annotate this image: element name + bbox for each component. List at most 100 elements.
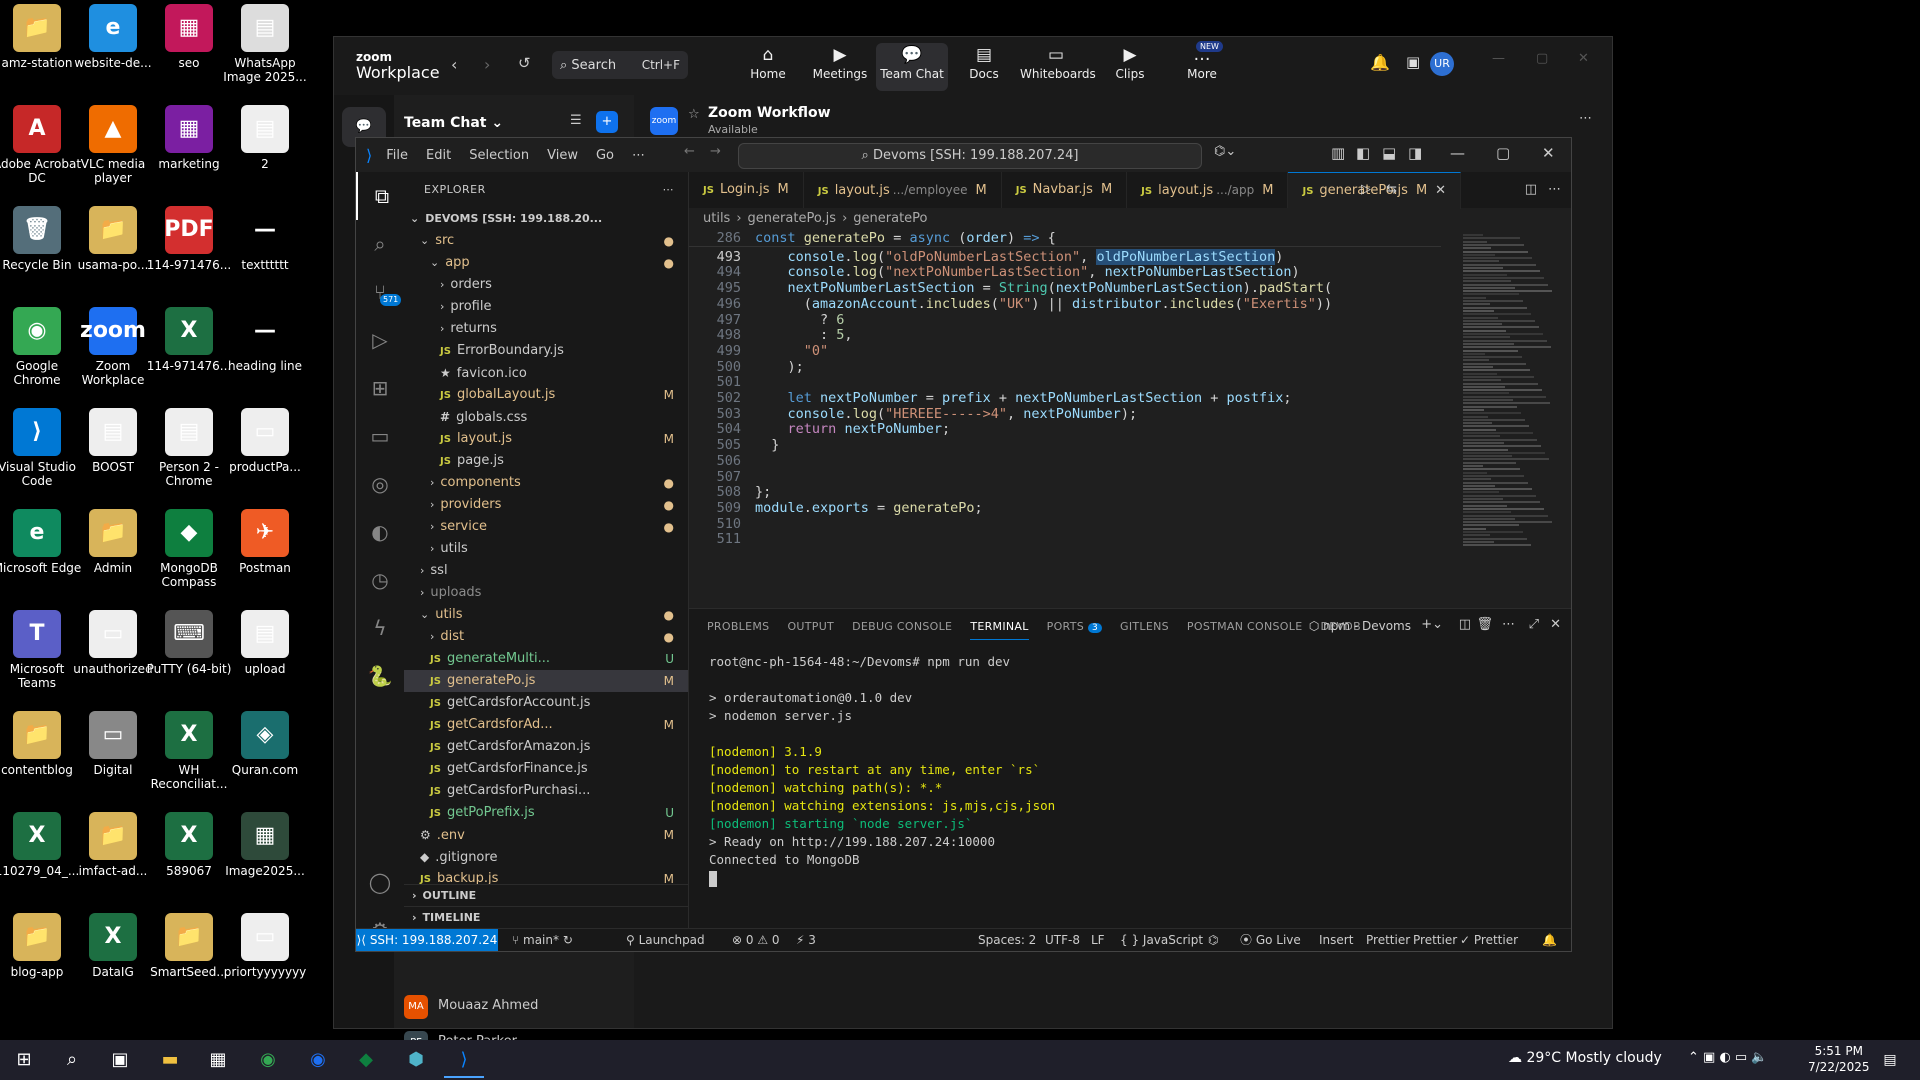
- chrome-icon[interactable]: ◉: [248, 1044, 288, 1076]
- code-line[interactable]: (amazonAccount.includes("UK") || distrib…: [755, 296, 1332, 312]
- panel-tab-debug-console[interactable]: DEBUG CONSOLE: [852, 620, 952, 633]
- add-terminal-icon[interactable]: +⌄: [1421, 617, 1443, 632]
- prettier-status-3[interactable]: ✓ Prettier: [1460, 929, 1518, 951]
- tree-file[interactable]: JS generatePo.js M: [404, 670, 688, 692]
- tree-folder[interactable]: › service ●: [404, 516, 688, 538]
- breadcrumb-item[interactable]: utils: [703, 211, 730, 226]
- close-tab-icon[interactable]: ✕: [1435, 183, 1446, 198]
- run-icon[interactable]: ▷: [1361, 182, 1371, 197]
- search-icon[interactable]: ⌕: [356, 220, 404, 268]
- tree-folder[interactable]: › ssl: [404, 560, 688, 582]
- tree-file[interactable]: # globals.css: [404, 406, 688, 428]
- desktop-icon[interactable]: ✈ Postman: [220, 509, 310, 575]
- zoom-nav-home[interactable]: ⌂ Home: [732, 43, 804, 91]
- desktop-icon[interactable]: ◈ Quran.com: [220, 711, 310, 777]
- panel-tab-ports[interactable]: PORTS 3: [1047, 620, 1103, 633]
- file-explorer-icon[interactable]: ▬: [150, 1044, 190, 1076]
- insert-mode[interactable]: Insert: [1319, 929, 1353, 951]
- menu-view[interactable]: View: [547, 148, 578, 163]
- clock[interactable]: 5:51 PM 7/22/2025: [1808, 1043, 1870, 1075]
- timeline-section[interactable]: › TIMELINE: [404, 906, 688, 929]
- weather-widget[interactable]: ☁ 29°C Mostly cloudy: [1508, 1050, 1662, 1066]
- tree-folder[interactable]: › profile: [404, 296, 688, 318]
- language-indicator[interactable]: { } JavaScript: [1120, 929, 1203, 951]
- tree-file[interactable]: ⚙ .env M: [404, 824, 688, 846]
- team-chat-title[interactable]: Team Chat ⌄: [404, 115, 503, 131]
- notification-center-icon[interactable]: ▤: [1870, 1044, 1910, 1076]
- desktop-icon[interactable]: ▭ productPa...: [220, 408, 310, 474]
- prettier-status-1[interactable]: Prettier: [1366, 929, 1410, 951]
- star-icon[interactable]: ☆: [688, 107, 700, 122]
- tree-file[interactable]: JS backup.js M: [404, 868, 688, 885]
- tree-folder[interactable]: › components ●: [404, 472, 688, 494]
- more-icon[interactable]: ⋯: [632, 148, 645, 163]
- panel-toggle-icon[interactable]: ⬓: [1382, 144, 1396, 162]
- close-panel-icon[interactable]: ✕: [1550, 617, 1561, 632]
- code-editor[interactable]: 286 const generatePo = async (order) => {…: [689, 230, 1441, 608]
- tree-folder[interactable]: › uploads: [404, 582, 688, 604]
- code-line[interactable]: "0": [755, 343, 828, 359]
- workspace-root[interactable]: ⌄ DEVOMS [SSH: 199.188.20...: [404, 208, 688, 230]
- sidebar-toggle-icon[interactable]: ◧: [1356, 144, 1370, 162]
- zoom-nav-more[interactable]: … NEW More: [1166, 41, 1238, 91]
- code-line[interactable]: console.log("HEREEE----->4", nextPoNumbe…: [755, 406, 1138, 422]
- panel-tab-terminal[interactable]: TERMINAL: [970, 620, 1029, 640]
- code-line[interactable]: const generatePo = async (order) => {: [755, 230, 1056, 246]
- more-icon[interactable]: ⋯: [1579, 111, 1592, 126]
- postman-icon[interactable]: ◐: [356, 508, 404, 556]
- editor-tab[interactable]: JS generatePo.js M ✕: [1288, 172, 1462, 209]
- copilot-icon[interactable]: ⌬⌄: [1214, 144, 1236, 159]
- code-line[interactable]: return nextPoNumber;: [755, 421, 951, 437]
- vscode-taskbar-icon[interactable]: ⟩: [444, 1044, 484, 1078]
- tree-folder[interactable]: › orders: [404, 274, 688, 296]
- go-live-button[interactable]: ⦿ Go Live: [1240, 929, 1301, 951]
- tree-file[interactable]: JS layout.js M: [404, 428, 688, 450]
- tray-icons[interactable]: ⌃ ▣ ◐ ▭ 🔈: [1688, 1050, 1768, 1065]
- code-line[interactable]: );: [755, 359, 804, 375]
- history-icon[interactable]: ↺: [518, 54, 531, 72]
- zoom-nav-docs[interactable]: ▤ Docs: [948, 43, 1020, 91]
- outline-section[interactable]: › OUTLINE: [404, 884, 688, 907]
- editor-tab[interactable]: JS Login.js M: [689, 172, 804, 208]
- desktop-icon[interactable]: ▤ upload: [220, 610, 310, 676]
- maximize-panel-icon[interactable]: ⤢: [1529, 617, 1539, 632]
- minimap[interactable]: [1457, 230, 1557, 608]
- ports-indicator[interactable]: ⚡ 3: [796, 929, 816, 951]
- tree-file[interactable]: JS getCardsforFinance.js: [404, 758, 688, 780]
- layout-icon[interactable]: ▥: [1331, 144, 1345, 162]
- app-icon[interactable]: ⬢: [396, 1044, 436, 1076]
- zoom-nav-team-chat[interactable]: 💬 Team Chat: [876, 43, 948, 91]
- mongodb-icon[interactable]: ◆: [346, 1044, 386, 1076]
- panel-tab-postman-console[interactable]: POSTMAN CONSOLE: [1187, 620, 1303, 633]
- minimize-icon[interactable]: —: [1450, 144, 1465, 162]
- code-line[interactable]: }: [755, 437, 779, 453]
- secondary-sidebar-icon[interactable]: ◨: [1408, 144, 1422, 162]
- tree-folder[interactable]: › returns: [404, 318, 688, 340]
- accounts-icon[interactable]: ◯: [356, 858, 404, 906]
- desktop-icon[interactable]: ▭ priortyyyyyyy: [220, 913, 310, 979]
- contact-item[interactable]: MA Mouaaz Ahmed: [404, 993, 624, 1021]
- thunder-icon[interactable]: ϟ: [356, 604, 404, 652]
- forward-arrow-icon[interactable]: ›: [484, 55, 490, 74]
- close-icon[interactable]: ✕: [1542, 144, 1555, 162]
- panel-tab-output[interactable]: OUTPUT: [787, 620, 834, 633]
- zoom-nav-meetings[interactable]: ▶ Meetings: [804, 43, 876, 91]
- tree-file[interactable]: JS generateMulti... U: [404, 648, 688, 670]
- code-line[interactable]: console.log("nextPoNumberLastSection", n…: [755, 264, 1300, 280]
- more-icon[interactable]: ⋯: [1548, 182, 1561, 197]
- desktop-icon[interactable]: ▦ Image2025...: [220, 812, 310, 878]
- editor-tab[interactable]: JS layout.js .../employee M: [804, 172, 1002, 208]
- source-control-icon[interactable]: ⑂ 571: [356, 268, 404, 316]
- code-line[interactable]: nextPoNumberLastSection = String(nextPoN…: [755, 280, 1333, 296]
- encoding-indicator[interactable]: UTF-8: [1045, 929, 1080, 951]
- editor-tab[interactable]: JS layout.js .../app M: [1127, 172, 1289, 208]
- prettier-status-2[interactable]: Prettier: [1413, 929, 1457, 951]
- more-icon[interactable]: ⋯: [1502, 617, 1515, 632]
- desktop-icon[interactable]: ▤ 2: [220, 105, 310, 171]
- python-icon[interactable]: 🐍: [356, 652, 404, 700]
- calendar-icon[interactable]: ▣: [1406, 53, 1420, 71]
- desktop-icon[interactable]: — textttttt: [220, 206, 310, 272]
- terminal-output[interactable]: root@nc-ph-1564-48:~/Devoms# npm run dev…: [709, 653, 1551, 929]
- tree-file[interactable]: JS getCardsforPurchasi...: [404, 780, 688, 802]
- search-icon[interactable]: ⌕: [52, 1044, 92, 1076]
